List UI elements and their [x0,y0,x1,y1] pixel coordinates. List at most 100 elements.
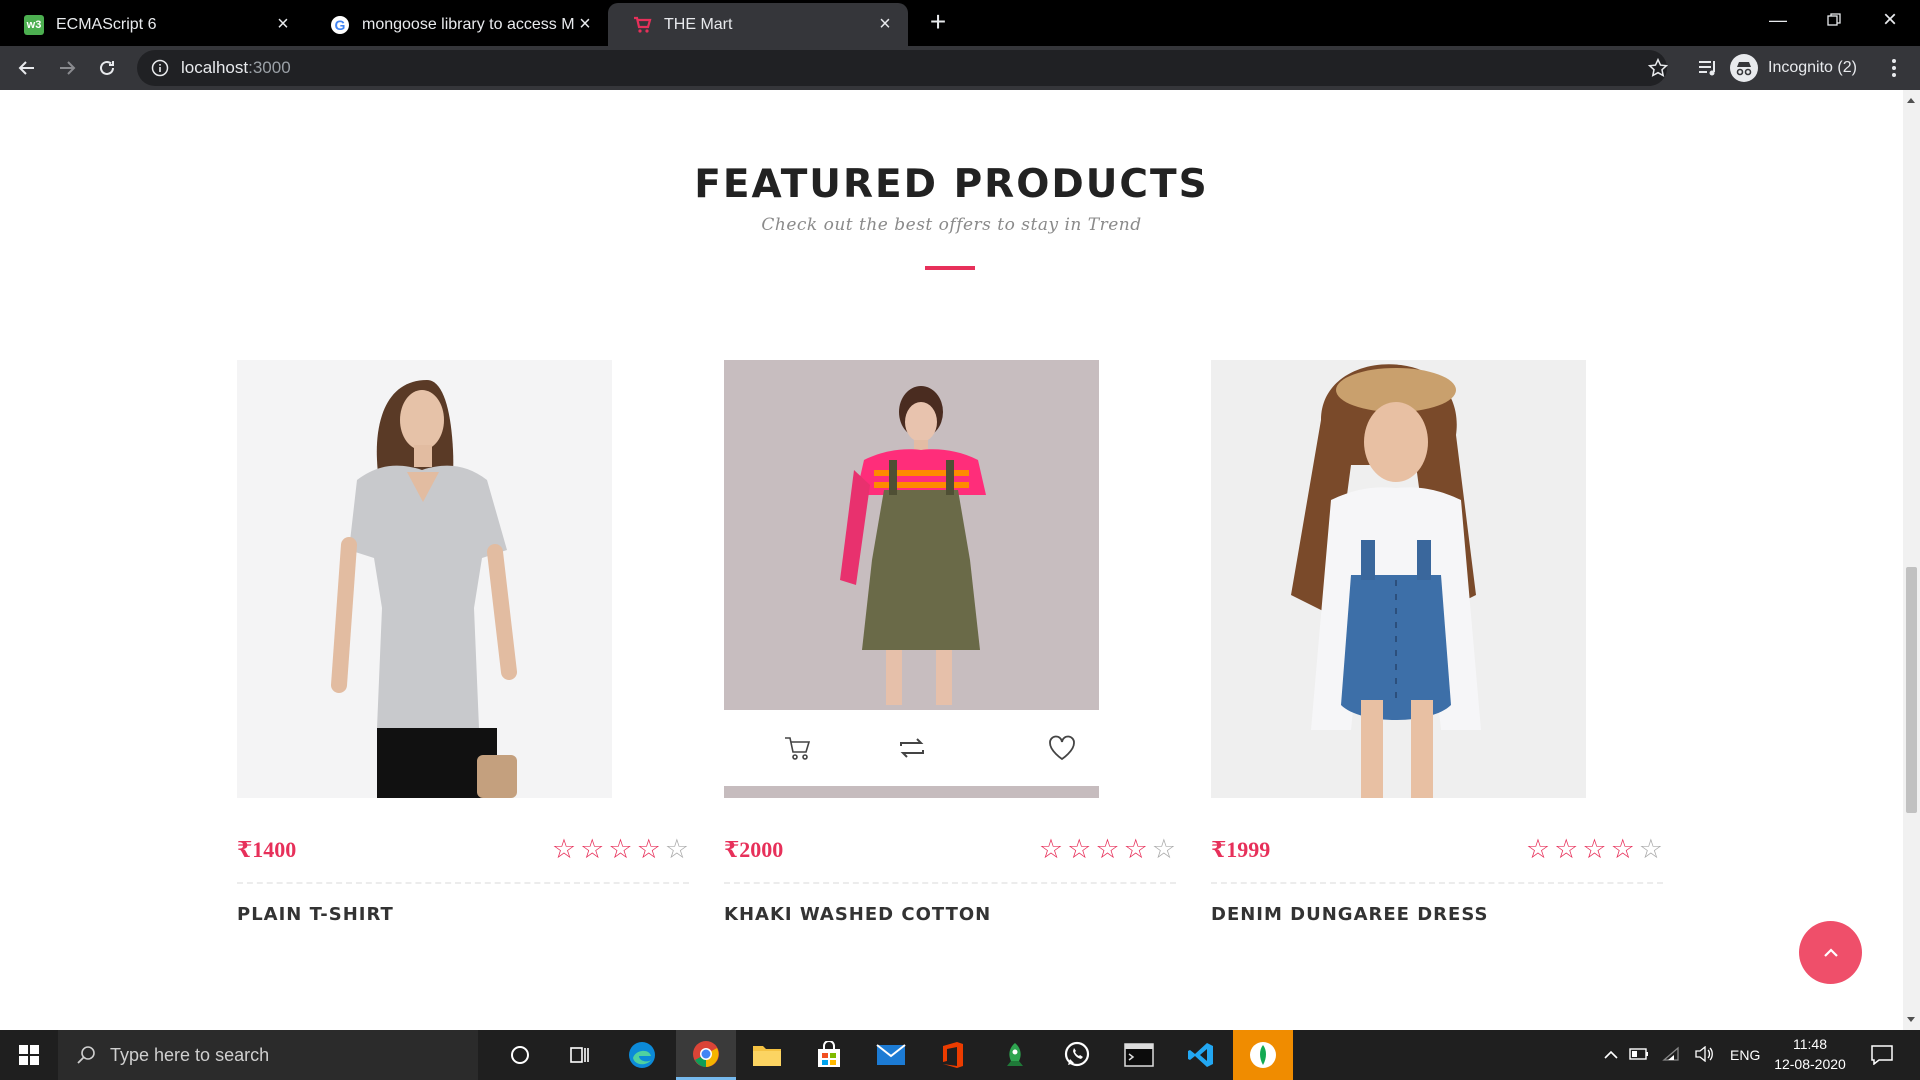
bookmark-star-button[interactable] [1642,52,1674,84]
star-outline-icon[interactable]: ☆ [580,836,604,863]
heart-icon [1049,735,1075,761]
rocket-icon [1007,1043,1023,1066]
close-tab-icon[interactable]: × [574,13,596,36]
scroll-down-arrow-icon[interactable] [1907,1017,1915,1022]
star-outline-icon[interactable]: ☆ [637,836,661,863]
mongodb-leaf-icon [1250,1042,1276,1068]
forward-arrow-icon [60,61,76,75]
star-outline-icon[interactable]: ☆ [1152,836,1176,863]
restore-window-button[interactable] [1806,0,1862,40]
taskbar-vscode[interactable] [1171,1030,1231,1080]
action-center-button[interactable] [1862,1030,1902,1080]
back-button[interactable] [11,52,43,84]
star-outline-icon[interactable]: ☆ [608,836,632,863]
product-price: ₹2000 [724,837,784,862]
wishlist-button[interactable] [1046,732,1078,764]
star-outline-icon[interactable]: ☆ [1095,836,1119,863]
taskbar-whatsapp[interactable] [1047,1030,1107,1080]
card-divider [237,882,689,884]
close-tab-icon[interactable]: × [874,13,896,36]
star-outline-icon[interactable]: ☆ [1639,836,1663,863]
start-button[interactable] [0,1030,58,1080]
restore-icon [1827,13,1841,26]
star-outline-icon[interactable]: ☆ [665,836,689,863]
page-scrollbar[interactable] [1903,90,1920,1030]
chrome-menu-button[interactable] [1878,52,1910,84]
scroll-up-arrow-icon[interactable] [1907,98,1915,103]
notification-icon [1871,1045,1893,1065]
taskbar-mail[interactable] [861,1030,921,1080]
rating-stars: ☆ ☆ ☆ ☆ ☆ [1526,836,1663,863]
close-window-button[interactable]: × [1862,0,1918,40]
search-placeholder: Type here to search [110,1044,270,1065]
tab-the-mart[interactable]: THE Mart × [608,3,908,46]
star-outline-icon[interactable]: ☆ [1067,836,1091,863]
tab-title: THE Mart [664,15,733,33]
taskbar-edge[interactable] [612,1030,672,1080]
star-outline-icon[interactable]: ☆ [1526,836,1550,863]
media-queue-button[interactable] [1692,52,1724,84]
office-icon [943,1042,963,1068]
whatsapp-icon [1064,1041,1090,1067]
minimize-window-button[interactable]: — [1750,0,1806,40]
close-tab-icon[interactable]: × [272,13,294,36]
product-image[interactable] [724,360,1099,798]
taskbar-terminal[interactable] [1109,1030,1169,1080]
reload-icon [100,60,114,75]
taskbar-office[interactable] [923,1030,983,1080]
compare-button[interactable] [896,732,928,764]
page-viewport: FEATURED PRODUCTS Check out the best off… [0,90,1903,1030]
reload-button[interactable] [91,52,123,84]
chevron-up-icon[interactable] [1600,1047,1622,1063]
star-outline-icon[interactable]: ☆ [1582,836,1606,863]
taskbar-file-explorer[interactable] [737,1030,797,1080]
tab-ecmascript[interactable]: w3 ECMAScript 6 × [0,3,306,46]
taskbar-mongodb-compass[interactable] [1233,1030,1293,1080]
star-outline-icon[interactable]: ☆ [1554,836,1578,863]
address-bar[interactable]: localhost:3000 [137,50,1667,86]
star-outline-icon[interactable]: ☆ [1039,836,1063,863]
scrollbar-thumb[interactable] [1906,567,1917,813]
add-to-cart-button[interactable] [782,732,814,764]
battery-icon[interactable] [1622,1047,1656,1063]
scroll-to-top-button[interactable] [1799,921,1862,984]
star-outline-icon[interactable]: ☆ [552,836,576,863]
product-image[interactable] [1211,360,1586,798]
product-image[interactable] [237,360,612,798]
taskbar-clock[interactable]: 11:48 12-08-2020 [1765,1034,1855,1074]
language-indicator[interactable]: ENG [1730,1047,1760,1063]
star-outline-icon[interactable]: ☆ [1124,836,1148,863]
taskbar-chrome[interactable] [676,1030,736,1080]
incognito-icon [1730,54,1758,82]
url-host: localhost [181,58,249,77]
cart-icon [785,737,811,760]
section-title: FEATURED PRODUCTS [694,162,1209,207]
rating-stars: ☆ ☆ ☆ ☆ ☆ [1039,836,1176,863]
product-card[interactable]: ₹1999 ☆ ☆ ☆ ☆ ☆ DENIM DUNGAREE DRESS [1211,360,1663,1020]
cortana-button[interactable] [490,1030,550,1080]
product-name[interactable]: KHAKI WASHED COTTON [724,904,991,925]
card-divider [1211,882,1663,884]
volume-icon[interactable] [1688,1045,1720,1065]
taskbar-launcher[interactable] [985,1030,1045,1080]
product-name[interactable]: PLAIN T-SHIRT [237,904,394,925]
section-underline [925,266,975,270]
playlist-icon [1699,61,1715,76]
tab-mongoose[interactable]: G mongoose library to access Mon × [306,3,608,46]
incognito-profile-button[interactable]: Incognito (2) [1730,51,1857,85]
product-card[interactable]: ₹2000 ☆ ☆ ☆ ☆ ☆ KHAKI WASHED COTTON [724,360,1176,1020]
site-info-icon[interactable] [151,59,169,77]
forward-button[interactable] [51,52,83,84]
taskbar-store[interactable] [799,1030,859,1080]
wifi-icon[interactable] [1656,1046,1688,1065]
profile-label: Incognito (2) [1768,59,1857,76]
cortana-circle-icon [511,1046,529,1064]
rating-stars: ☆ ☆ ☆ ☆ ☆ [552,836,689,863]
product-card[interactable]: ₹1400 ☆ ☆ ☆ ☆ ☆ PLAIN T-SHIRT [237,360,689,1020]
taskbar-search-box[interactable]: Type here to search [58,1030,478,1080]
product-name[interactable]: DENIM DUNGAREE DRESS [1211,904,1488,925]
compare-arrows-icon [900,738,924,758]
task-view-button[interactable] [550,1030,610,1080]
new-tab-button[interactable]: + [922,6,954,38]
star-outline-icon[interactable]: ☆ [1611,836,1635,863]
